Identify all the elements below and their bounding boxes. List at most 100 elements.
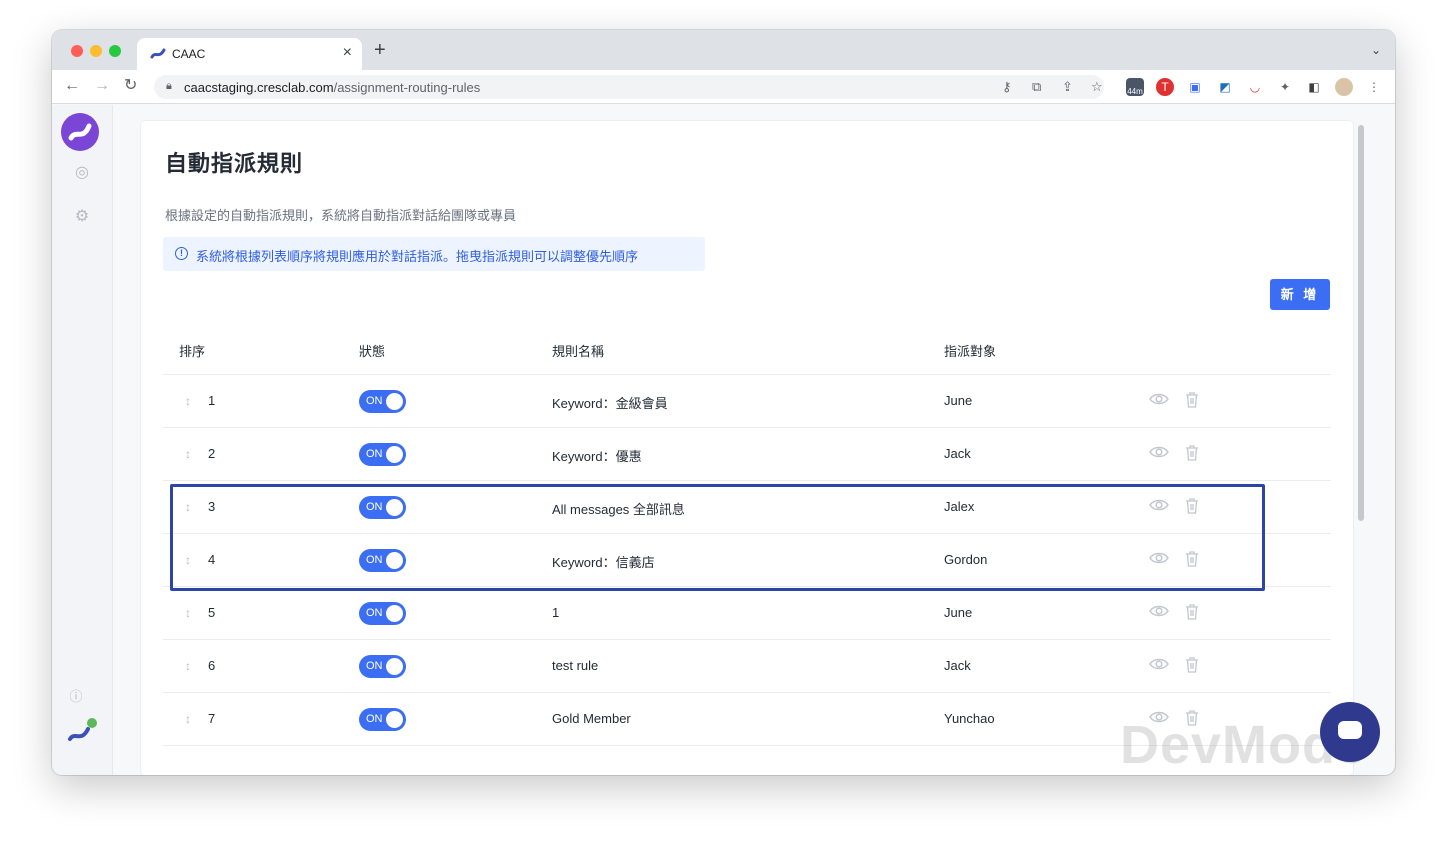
page-description: 根據設定的自動指派規則，系統將自動指派對話給團隊或專員	[165, 208, 517, 223]
workspace-logo-icon[interactable]	[66, 717, 100, 749]
chevron-down-icon[interactable]: ⌄	[1371, 43, 1381, 57]
side-panel-icon[interactable]: ◧	[1305, 78, 1323, 96]
assignee-name: Jack	[944, 446, 971, 461]
lock-icon: 🔒︎	[166, 80, 172, 92]
column-header-assignee: 指派對象	[944, 344, 997, 359]
share-icon[interactable]: ⇪	[1062, 79, 1073, 95]
close-window-button[interactable]	[71, 45, 83, 57]
app-sidebar: ◎ ⚙ ⓘ	[52, 105, 113, 775]
drag-handle-icon[interactable]: ↕	[185, 606, 191, 620]
row-order: 7	[208, 711, 216, 726]
kebab-menu-icon[interactable]: ⋮	[1365, 78, 1383, 96]
forward-icon[interactable]: →	[94, 77, 110, 95]
scrollbar[interactable]	[1355, 121, 1367, 775]
new-tab-icon[interactable]: +	[374, 40, 386, 60]
tag-extension-icon[interactable]: ▣	[1186, 78, 1204, 96]
table-row[interactable]: ↕ 2 ON Keyword：優惠 Jack	[163, 428, 1331, 481]
page-title: 自動指派規則	[165, 151, 304, 176]
brand-logo-icon[interactable]	[61, 113, 99, 151]
notice-text: 系統將根據列表順序將規則應用於對話指派。拖曳指派規則可以調整優先順序	[196, 249, 639, 264]
toggle-knob	[386, 711, 403, 728]
trash-icon[interactable]	[1185, 391, 1199, 408]
tab-bar: CAAC × + ⌄	[52, 30, 1395, 70]
toggle-knob	[386, 658, 403, 675]
table-row[interactable]: ↕ 1 ON Keyword：金級會員 June	[163, 375, 1331, 428]
drag-handle-icon[interactable]: ↕	[185, 447, 191, 461]
eye-icon[interactable]	[1149, 657, 1169, 671]
bookmark-star-icon[interactable]: ☆	[1091, 79, 1103, 95]
assignee-name: Yunchao	[944, 711, 995, 726]
screenshot-extension-icon[interactable]: ◩	[1216, 78, 1234, 96]
status-toggle[interactable]: ON	[359, 708, 406, 731]
maximize-window-button[interactable]	[109, 45, 121, 57]
status-toggle[interactable]: ON	[359, 443, 406, 466]
status-toggle[interactable]: ON	[359, 655, 406, 678]
eye-icon[interactable]	[1149, 445, 1169, 459]
assignee-name: June	[944, 393, 973, 408]
chat-bubble-icon[interactable]: ◎	[72, 163, 92, 183]
toggle-label: ON	[366, 448, 383, 460]
trash-icon[interactable]	[1185, 603, 1199, 620]
scrollbar-thumb[interactable]	[1358, 125, 1364, 521]
rule-name: Gold Member	[552, 711, 631, 726]
toggle-knob	[386, 605, 403, 622]
toggle-label: ON	[366, 713, 383, 725]
column-header-status: 狀態	[359, 344, 386, 359]
help-icon[interactable]: ⓘ	[66, 687, 86, 707]
translate-icon[interactable]: ⧉	[1032, 79, 1041, 95]
row-order: 2	[208, 446, 216, 461]
url-text: caacstaging.cresclab.com/assignment-rout…	[184, 80, 480, 95]
eye-icon[interactable]	[1149, 392, 1169, 406]
assignee-name: Jack	[944, 658, 971, 673]
eye-icon[interactable]	[1149, 604, 1169, 618]
browser-tab[interactable]: CAAC ×	[137, 38, 362, 70]
status-toggle[interactable]: ON	[359, 602, 406, 625]
assignee-name: June	[944, 605, 973, 620]
toggle-knob	[386, 446, 403, 463]
info-notice: ! 系統將根據列表順序將規則應用於對話指派。拖曳指派規則可以調整優先順序	[163, 237, 705, 271]
trash-icon[interactable]	[1185, 656, 1199, 673]
drag-handle-icon[interactable]: ↕	[185, 394, 191, 408]
profile-avatar-icon[interactable]	[1335, 78, 1353, 96]
minimize-window-button[interactable]	[90, 45, 102, 57]
table-row[interactable]: ↕ 5 ON 1 June	[163, 587, 1331, 640]
pocket-extension-icon[interactable]: ◡	[1246, 78, 1264, 96]
add-rule-button[interactable]: 新 增	[1270, 279, 1330, 310]
rule-name: 1	[552, 605, 560, 620]
highlight-box	[170, 484, 1265, 591]
close-tab-icon[interactable]: ×	[343, 44, 352, 62]
drag-handle-icon[interactable]: ↕	[185, 712, 191, 726]
reload-icon[interactable]: ↻	[124, 77, 137, 95]
info-icon: !	[175, 247, 188, 260]
toggle-knob	[386, 393, 403, 410]
chat-icon	[1338, 721, 1362, 739]
row-order: 1	[208, 393, 216, 408]
column-header-rule-name: 規則名稱	[552, 344, 605, 359]
row-order: 5	[208, 605, 216, 620]
status-toggle[interactable]: ON	[359, 390, 406, 413]
timer-extension-icon[interactable]: 44m	[1126, 78, 1144, 96]
back-icon[interactable]: ←	[64, 77, 80, 95]
browser-window: CAAC × + ⌄ ← → ↻ 🔒︎ caacstaging.cresclab…	[52, 30, 1395, 775]
toggle-label: ON	[366, 395, 383, 407]
rule-name: Keyword：優惠	[552, 449, 642, 464]
rule-name: test rule	[552, 658, 599, 673]
gear-icon[interactable]: ⚙	[72, 207, 92, 227]
column-header-order: 排序	[179, 344, 206, 359]
drag-handle-icon[interactable]: ↕	[185, 659, 191, 673]
tab-title: CAAC	[172, 47, 206, 61]
rule-name: Keyword：金級會員	[552, 396, 668, 411]
table-row[interactable]: ↕ 6 ON test rule Jack	[163, 640, 1331, 693]
key-icon[interactable]: ⚷	[1002, 79, 1012, 95]
toggle-label: ON	[366, 660, 383, 672]
chat-launcher-button[interactable]	[1320, 702, 1380, 762]
trash-icon[interactable]	[1185, 444, 1199, 461]
url-domain: caacstaging.cresclab.com	[184, 80, 334, 95]
timer-extension-badge: 44m	[1127, 87, 1143, 96]
address-bar[interactable]: 🔒︎ caacstaging.cresclab.com/assignment-r…	[154, 75, 1104, 99]
url-path: /assignment-routing-rules	[333, 80, 481, 95]
row-order: 6	[208, 658, 216, 673]
todoist-extension-icon[interactable]: T	[1156, 78, 1174, 96]
puzzle-extensions-icon[interactable]: ✦	[1276, 78, 1294, 96]
rules-card: 自動指派規則 根據設定的自動指派規則，系統將自動指派對話給團隊或專員 ! 系統將…	[141, 121, 1353, 775]
